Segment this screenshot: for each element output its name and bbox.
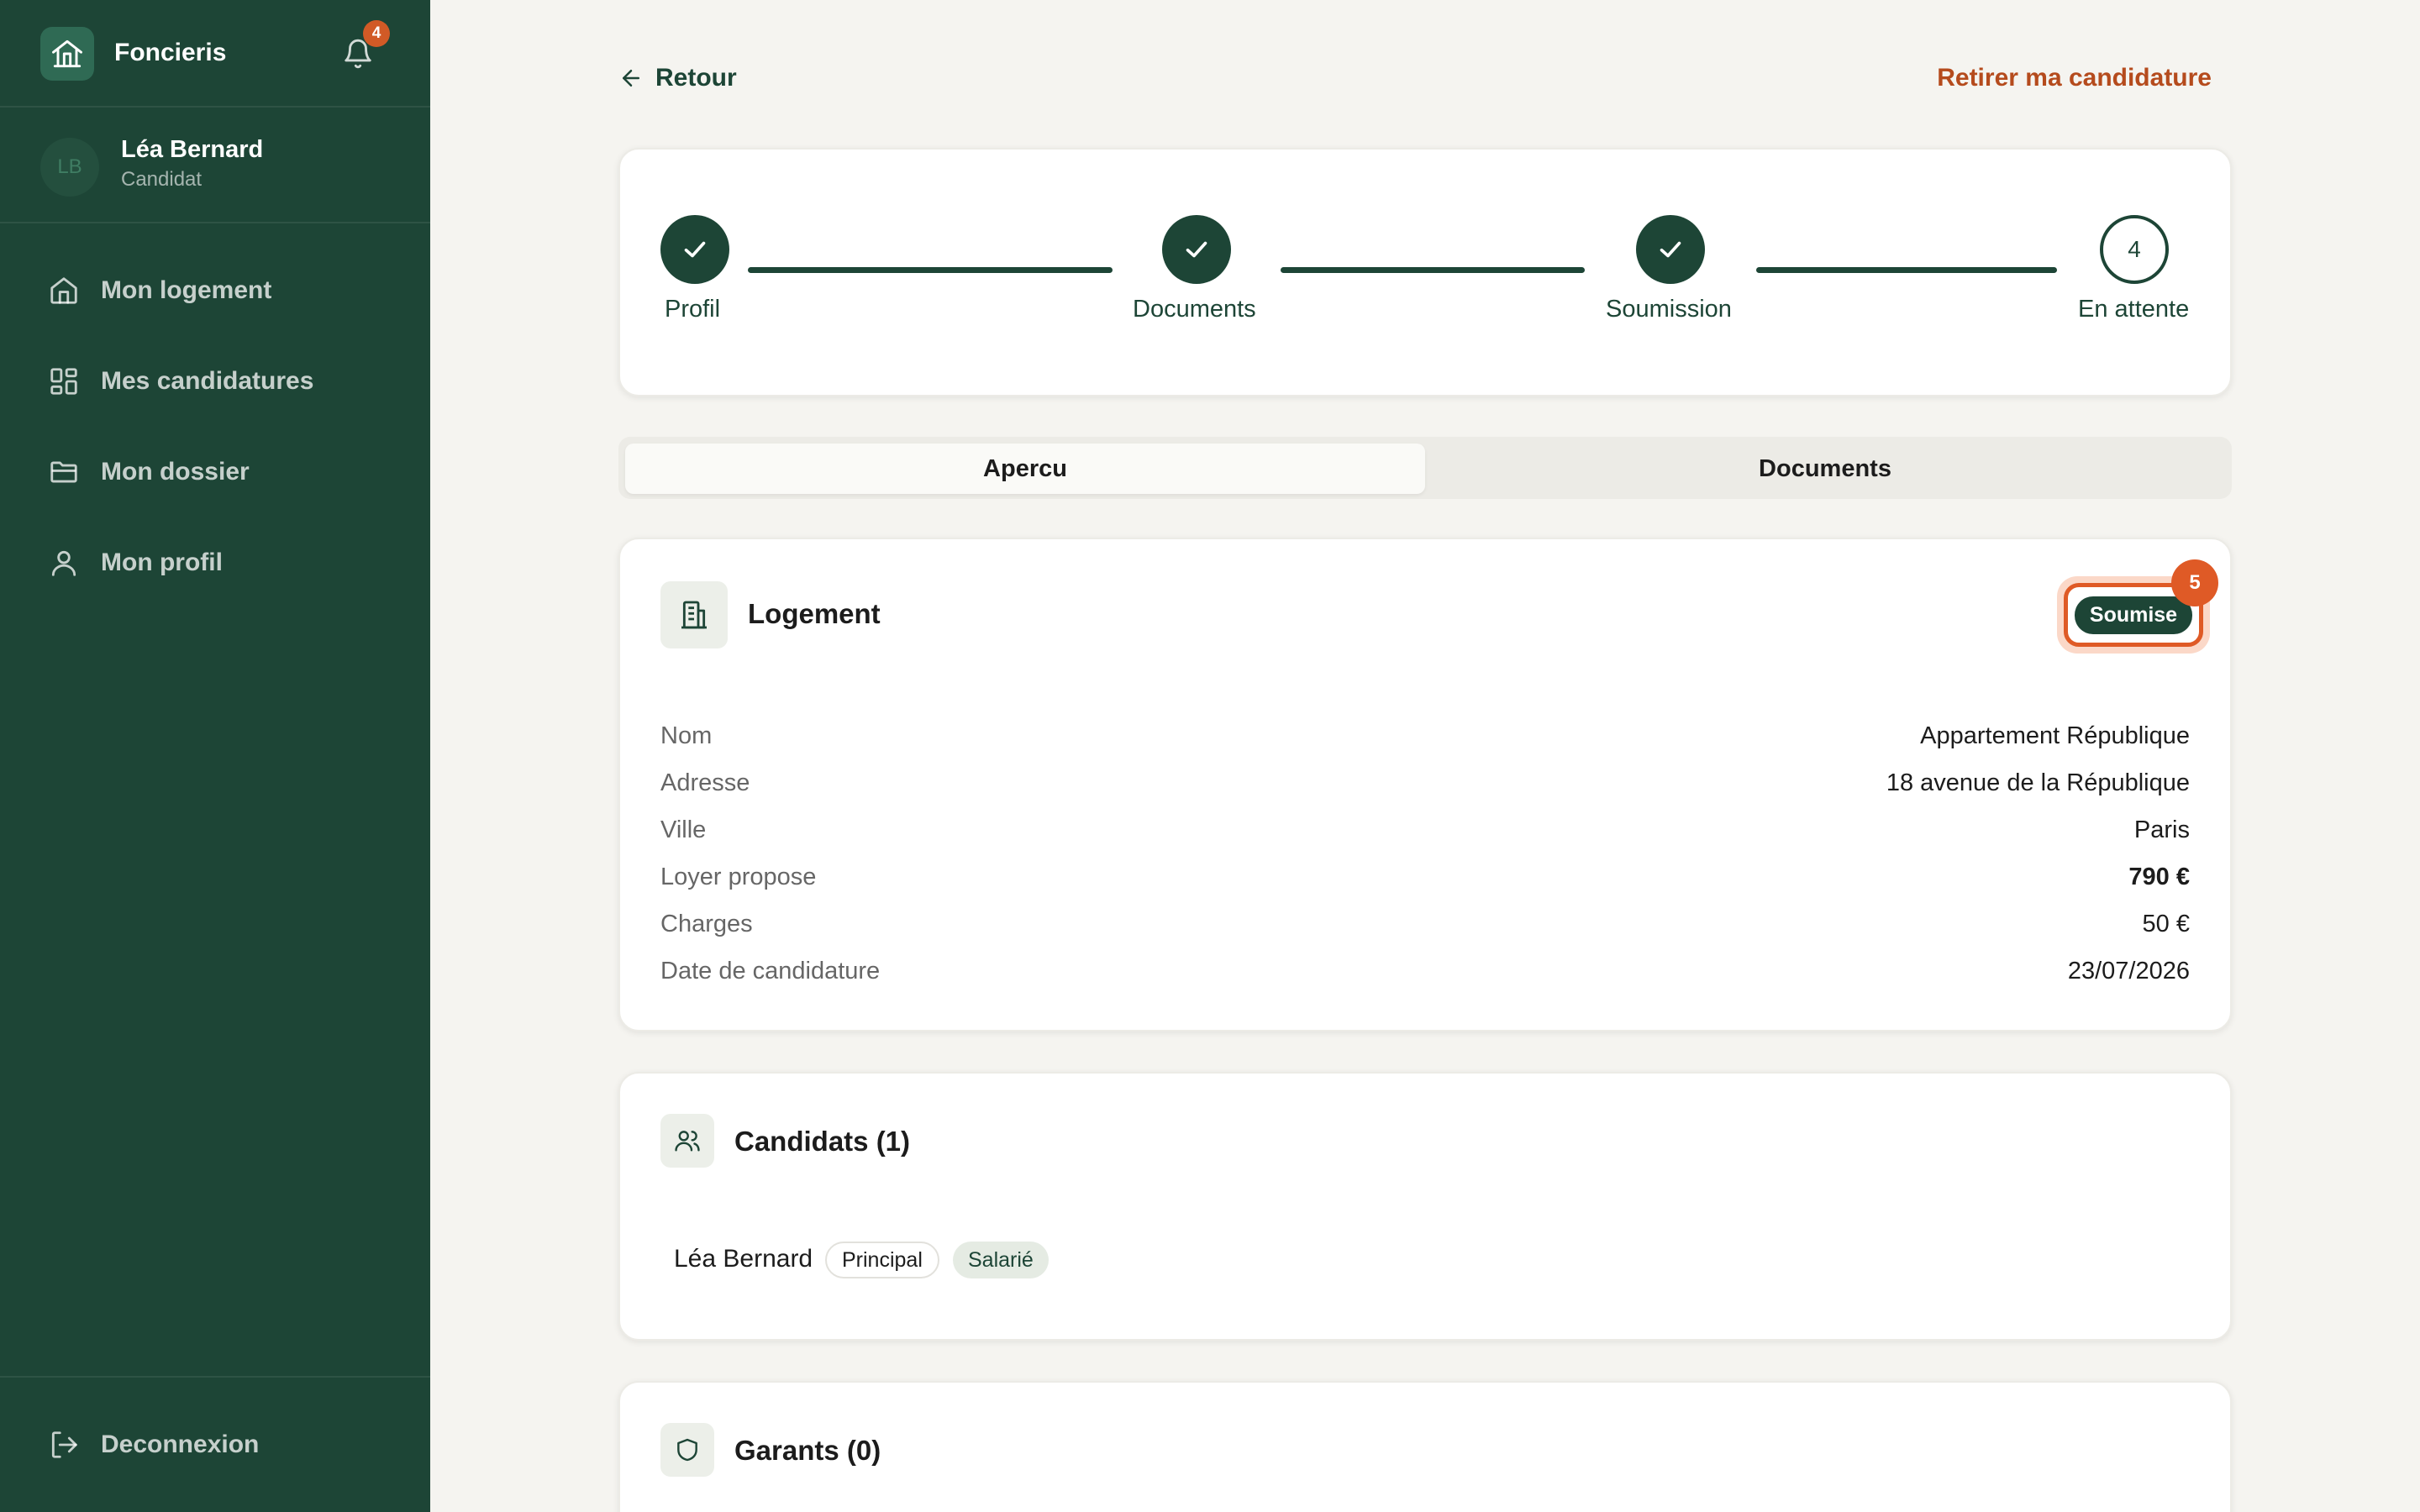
candidats-title: Candidats (1) [734, 1126, 911, 1157]
row-value: 790 € [2128, 864, 2190, 890]
garants-card: Garants (0) [618, 1381, 2232, 1512]
sidebar-item-label: Mes candidatures [101, 367, 314, 395]
step-connector [1756, 267, 2057, 273]
back-label: Retour [655, 64, 737, 92]
notification-badge: 4 [363, 20, 390, 47]
sidebar-item-mon-logement[interactable]: Mon logement [20, 257, 410, 324]
row-label: Date de candidature [660, 958, 881, 984]
step-connector [748, 267, 1113, 273]
row-label: Nom [660, 722, 713, 749]
row-label: Adresse [660, 769, 750, 796]
users-icon [660, 1114, 714, 1168]
step-documents-check-icon [1162, 215, 1231, 284]
row-label: Charges [660, 911, 753, 937]
sidebar-item-mes-candidatures[interactable]: Mes candidatures [20, 348, 410, 415]
sidebar-item-mon-dossier[interactable]: Mon dossier [20, 438, 410, 506]
grid-icon [47, 365, 81, 398]
tag-salarie: Salarié [953, 1242, 1049, 1278]
garants-title: Garants (0) [734, 1435, 881, 1466]
step-en-attente-number: 4 [2100, 215, 2169, 284]
step-label-profil: Profil [665, 296, 721, 323]
row-value: 50 € [2142, 911, 2190, 937]
home-icon [47, 274, 81, 307]
candidats-card: Candidats (1) Léa Bernard Principal Sala… [618, 1072, 2232, 1341]
row-label: Loyer propose [660, 864, 817, 890]
row-value: 18 avenue de la République [1886, 769, 2190, 796]
app-name: Foncieris [114, 39, 227, 66]
row-value: 23/07/2026 [2067, 958, 2190, 984]
step-label-documents: Documents [1133, 296, 1256, 323]
sidebar-item-label: Mon logement [101, 276, 272, 304]
logement-card: Logement Nom Appartement République Adre… [618, 538, 2232, 1032]
shield-icon [660, 1423, 714, 1477]
tab-apercu[interactable]: Apercu [625, 444, 1425, 494]
sidebar: Foncieris 4 LB Léa Bernard Candidat Mon … [0, 0, 430, 1512]
avatar: LB [40, 138, 99, 197]
candidate-name[interactable]: Léa Bernard [674, 1245, 813, 1273]
logout-button[interactable]: Deconnexion [20, 1411, 410, 1478]
sidebar-item-label: Mon dossier [101, 458, 250, 486]
user-icon [47, 546, 81, 580]
logout-label: Deconnexion [101, 1431, 260, 1458]
tab-bar: Apercu Documents [618, 437, 2232, 499]
brand-header: Foncieris 4 [0, 0, 430, 108]
divider [0, 1376, 430, 1378]
step-label-soumission: Soumission [1606, 296, 1732, 323]
status-marker: 5 [2171, 559, 2218, 606]
logout-icon [47, 1428, 81, 1462]
tab-documents[interactable]: Documents [1425, 444, 2225, 494]
user-role: Candidat [121, 168, 203, 191]
row-value: Paris [2133, 816, 2190, 843]
back-button[interactable]: Retour [618, 64, 737, 92]
row-value: Appartement République [1920, 722, 2190, 749]
tag-principal: Principal [825, 1242, 939, 1278]
sidebar-item-label: Mon profil [101, 549, 223, 576]
step-connector [1281, 267, 1585, 273]
status-badge: Soumise [2074, 596, 2193, 634]
step-label-en-attente: En attente [2078, 296, 2190, 323]
building-logo-icon[interactable] [40, 27, 94, 81]
step-soumission-check-icon [1636, 215, 1705, 284]
sidebar-item-mon-profil[interactable]: Mon profil [20, 529, 410, 596]
step-profil-check-icon [660, 215, 729, 284]
row-label: Ville [660, 816, 707, 843]
folder-icon [47, 455, 81, 489]
user-name: Léa Bernard [121, 136, 264, 163]
user-card: LB Léa Bernard Candidat [0, 108, 430, 223]
withdraw-application-button[interactable]: Retirer ma candidature [1937, 64, 2212, 92]
building-icon [660, 581, 728, 648]
logement-title: Logement [748, 598, 881, 629]
arrow-left-icon [623, 70, 639, 87]
